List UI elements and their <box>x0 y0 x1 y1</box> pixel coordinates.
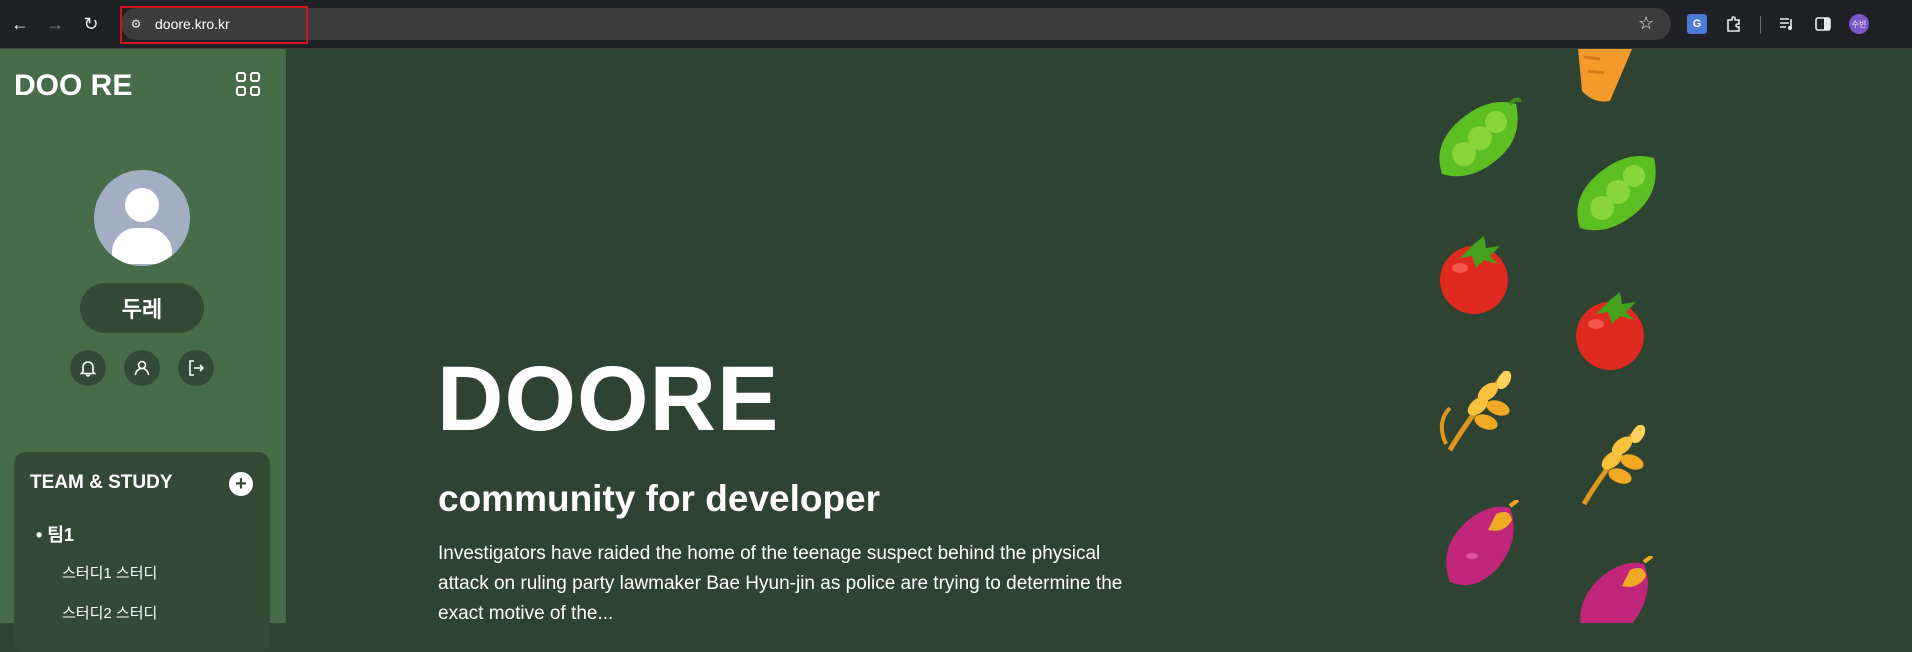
main-content <box>286 49 1912 623</box>
side-panel-icon[interactable] <box>1813 14 1833 34</box>
avatar-head <box>125 188 159 222</box>
team-item-label: 팀1 <box>47 525 74 545</box>
url-text[interactable]: doore.kro.kr <box>155 16 230 32</box>
hero-subtitle: community for developer <box>438 478 881 519</box>
grid-menu-icon[interactable] <box>236 72 262 98</box>
profile-avatar[interactable]: 수빈 <box>1849 14 1869 34</box>
sweet-potato-icon <box>1580 556 1654 623</box>
bookmark-star-icon[interactable]: ☆ <box>1638 13 1654 34</box>
bell-icon[interactable] <box>70 350 106 386</box>
team-section-title: TEAM & STUDY <box>30 472 173 493</box>
reading-list-icon[interactable] <box>1777 14 1797 34</box>
user-avatar[interactable] <box>94 170 190 266</box>
wheat-icon <box>1581 424 1646 506</box>
hero-description: Investigators have raided the home of th… <box>438 543 1123 624</box>
extensions-puzzle-icon[interactable] <box>1724 14 1744 34</box>
wheat-icon <box>1439 370 1512 452</box>
team-study-card: TEAM & STUDY + • 팀1 스터디1 스터디 스터디2 스터디 <box>14 452 270 652</box>
add-team-button[interactable]: + <box>229 472 253 496</box>
toolbar-divider <box>1760 16 1761 34</box>
logout-icon[interactable] <box>178 350 214 386</box>
app-logo[interactable]: DOO RE <box>14 69 132 103</box>
reload-icon[interactable]: ↻ <box>79 12 103 36</box>
sweet-potato-icon <box>1446 500 1520 586</box>
study-item[interactable]: 스터디1 스터디 <box>62 562 157 583</box>
site-info-icon[interactable]: ⚙ <box>128 16 144 32</box>
hero-title: DOORE <box>437 348 780 450</box>
forward-icon[interactable]: → <box>43 12 67 36</box>
address-bar[interactable] <box>121 8 1671 40</box>
carrot-icon <box>1578 49 1632 102</box>
browser-toolbar: ← → ↻ ⚙ doore.kro.kr ☆ G 수빈 <box>0 0 1912 49</box>
tomato-icon <box>1440 236 1508 314</box>
translate-extension-icon[interactable]: G <box>1687 14 1707 34</box>
peas-icon <box>1439 97 1522 177</box>
team-item[interactable]: • 팀1 <box>36 521 74 547</box>
user-icon[interactable] <box>124 350 160 386</box>
tomato-icon <box>1576 292 1644 370</box>
user-name-pill[interactable]: 두레 <box>80 283 204 333</box>
peas-icon <box>1577 156 1656 231</box>
back-icon[interactable]: ← <box>8 12 32 36</box>
study-item[interactable]: 스터디2 스터디 <box>62 602 157 623</box>
avatar-body <box>112 228 172 264</box>
